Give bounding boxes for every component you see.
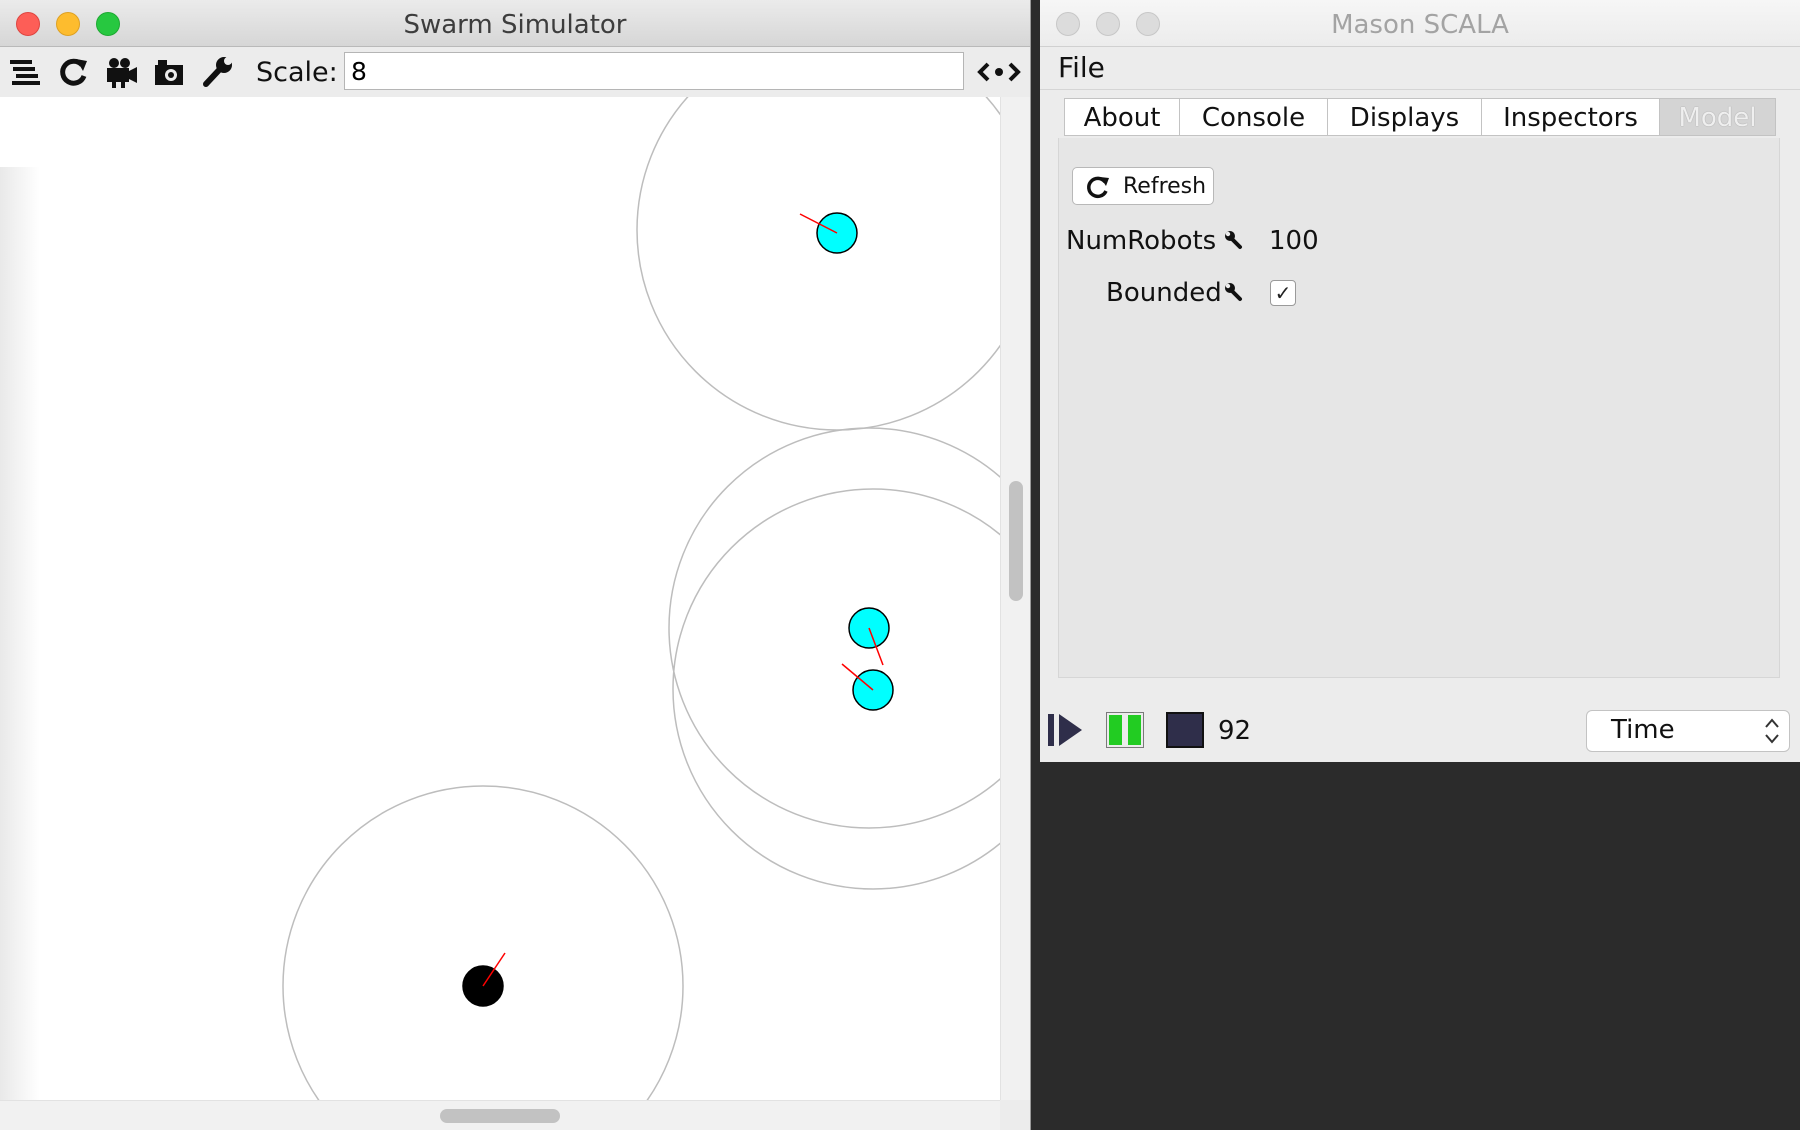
movie-camera-icon[interactable] — [104, 55, 138, 89]
stop-icon[interactable] — [1166, 712, 1204, 748]
snapshot-camera-icon[interactable] — [152, 55, 186, 89]
sensor-range-ring — [636, 97, 1000, 431]
scale-label: Scale: — [256, 57, 338, 88]
tab-about[interactable]: About — [1064, 98, 1180, 136]
tab-model[interactable]: Model — [1659, 98, 1776, 136]
simulation-canvas[interactable] — [0, 97, 1000, 1100]
tab-console[interactable]: Console — [1179, 98, 1328, 136]
step-play-icon[interactable] — [1046, 712, 1084, 748]
step-counter: 92 — [1218, 716, 1252, 746]
property-label-numrobots: NumRobots — [1066, 226, 1217, 256]
time-select-value: Time — [1611, 715, 1675, 745]
window-title: Mason SCALA — [1331, 10, 1509, 40]
scale-input[interactable] — [344, 52, 964, 90]
swarm-simulator-window: Swarm Simulator Scale: 8 — [0, 0, 1031, 1130]
refresh-label: Refresh — [1123, 174, 1207, 199]
display-toolbar: Scale: — [0, 47, 1030, 97]
swarm-titlebar: Swarm Simulator — [0, 0, 1030, 47]
window-title: Swarm Simulator — [403, 10, 627, 40]
menu-file[interactable]: File — [1058, 51, 1105, 84]
sensor-range-ring — [282, 785, 684, 1100]
pause-icon[interactable] — [1106, 712, 1144, 748]
layers-icon[interactable] — [8, 55, 42, 89]
sensor-range-ring — [672, 488, 1000, 890]
tab-inspectors[interactable]: Inspectors — [1481, 98, 1660, 136]
bounded-checkbox[interactable]: ✓ — [1270, 280, 1296, 306]
menu-bar: File — [1040, 47, 1800, 90]
nav-arrows-icon[interactable] — [976, 55, 1022, 89]
vertical-scroll-thumb[interactable] — [1009, 481, 1023, 601]
time-select[interactable]: Time — [1586, 710, 1790, 752]
vertical-scrollbar[interactable] — [1000, 97, 1030, 1100]
horizontal-scrollbar[interactable] — [0, 1100, 1000, 1130]
refresh-icon — [1087, 176, 1109, 199]
horizontal-scroll-thumb[interactable] — [440, 1109, 560, 1123]
simulation-controls: 92 Time — [1040, 690, 1800, 762]
property-wrench-icon[interactable] — [1224, 282, 1246, 304]
wrench-icon[interactable] — [200, 55, 234, 89]
mason-console-window: Mason SCALA File About Console Displays … — [1040, 0, 1800, 762]
select-arrows-icon — [1765, 718, 1779, 744]
sensor-range-ring — [668, 427, 1000, 829]
property-value-numrobots[interactable]: 100 — [1269, 226, 1319, 256]
refresh-icon[interactable] — [56, 55, 90, 89]
model-panel — [1058, 138, 1780, 678]
property-wrench-icon[interactable] — [1224, 230, 1246, 252]
tab-displays[interactable]: Displays — [1327, 98, 1482, 136]
property-label-bounded: Bounded — [1106, 278, 1222, 308]
refresh-button[interactable]: Refresh — [1072, 167, 1214, 205]
mason-titlebar: Mason SCALA — [1040, 0, 1800, 47]
scroll-corner — [1000, 1100, 1030, 1130]
